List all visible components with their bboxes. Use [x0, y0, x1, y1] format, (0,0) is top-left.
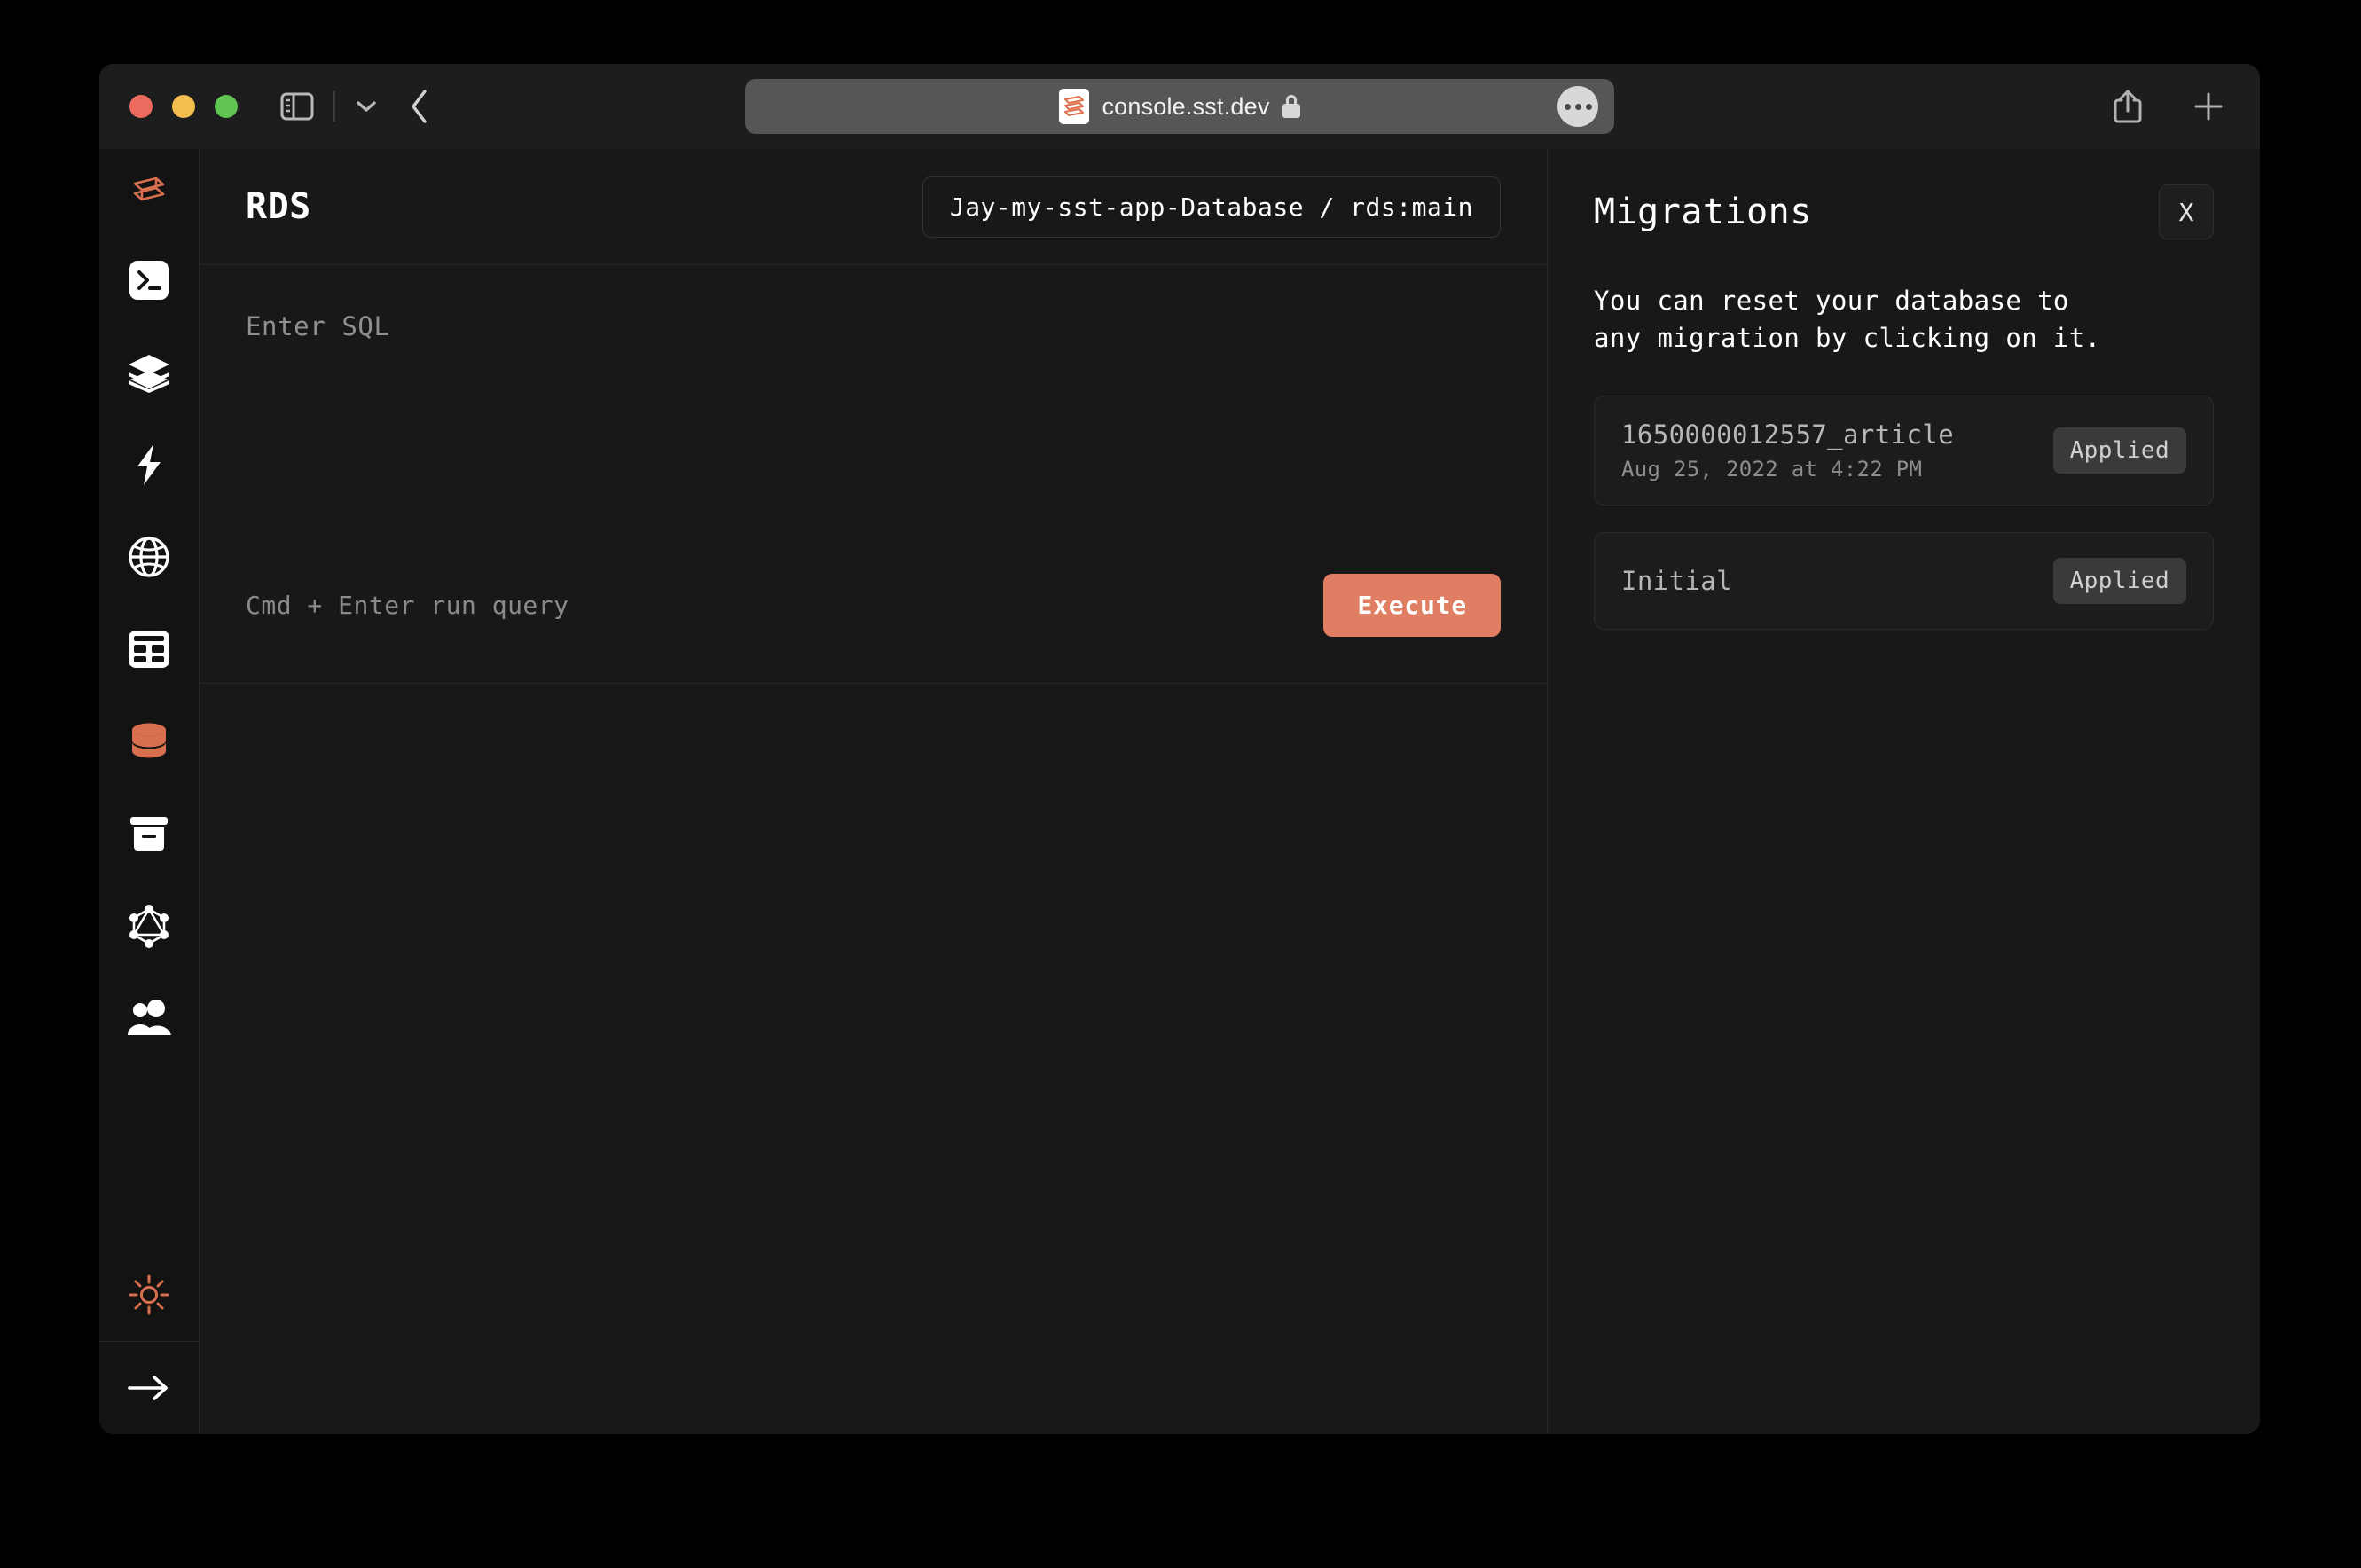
arrow-right-icon [126, 1373, 172, 1403]
terminal-icon [129, 260, 169, 301]
database-selector[interactable]: Jay-my-sst-app-Database / rds:main [922, 176, 1501, 238]
toolbar-left-group [280, 91, 378, 122]
migration-texts: 1650000012557_article Aug 25, 2022 at 4:… [1621, 419, 1954, 482]
sidebar-item-cognito[interactable] [99, 972, 199, 1064]
query-results-area [200, 684, 1547, 1434]
sidebar-item-api[interactable] [99, 511, 199, 603]
sidebar-item-local[interactable] [99, 234, 199, 326]
sidebar-item-dynamodb[interactable] [99, 603, 199, 695]
database-icon [128, 720, 170, 763]
migrations-panel: Migrations X You can reset your database… [1548, 149, 2260, 1434]
migrations-description: You can reset your database to any migra… [1594, 282, 2126, 357]
migration-name: Initial [1621, 566, 1732, 596]
page-title: RDS [246, 186, 311, 227]
app-body: RDS Jay-my-sst-app-Database / rds:main E… [99, 149, 2260, 1434]
browser-toolbar: console.sst.dev [99, 64, 2260, 149]
window-controls [129, 95, 238, 118]
lock-icon [1282, 95, 1300, 118]
migration-date: Aug 25, 2022 at 4:22 PM [1621, 457, 1954, 482]
execute-button[interactable]: Execute [1323, 574, 1501, 637]
execute-row: Cmd + Enter run query Execute [200, 558, 1547, 683]
globe-icon [128, 536, 170, 578]
sst-logo-icon [129, 172, 169, 211]
migration-row[interactable]: 1650000012557_article Aug 25, 2022 at 4:… [1594, 396, 2214, 506]
main-header: RDS Jay-my-sst-app-Database / rds:main [200, 149, 1547, 265]
sidebar-item-functions[interactable] [99, 419, 199, 511]
graphql-icon [128, 904, 170, 948]
sidebar-rail [99, 149, 200, 1434]
sun-icon [129, 1274, 169, 1315]
status-badge: Applied [2053, 558, 2186, 604]
close-panel-button[interactable]: X [2159, 184, 2214, 239]
migrations-title: Migrations [1594, 184, 1812, 239]
migration-row[interactable]: Initial Applied [1594, 532, 2214, 630]
lightning-icon [133, 443, 165, 487]
sst-logo-icon [1059, 89, 1089, 124]
toolbar-divider [333, 91, 335, 122]
migrations-header: Migrations X [1594, 184, 2214, 239]
migration-texts: Initial [1621, 566, 1732, 596]
chevron-down-icon[interactable] [355, 98, 378, 114]
sidebar-top-group [99, 149, 199, 1064]
main-panel: RDS Jay-my-sst-app-Database / rds:main E… [200, 149, 1548, 1434]
theme-toggle-button[interactable] [99, 1249, 199, 1341]
sidebar-item-stacks[interactable] [99, 326, 199, 419]
ellipsis-icon[interactable] [1557, 86, 1598, 127]
run-query-hint: Cmd + Enter run query [246, 591, 569, 620]
zoom-window-button[interactable] [215, 95, 238, 118]
plus-icon[interactable] [2192, 90, 2224, 122]
address-bar[interactable]: console.sst.dev [745, 79, 1614, 134]
status-badge: Applied [2053, 427, 2186, 474]
exit-button[interactable] [99, 1341, 199, 1434]
url-text: console.sst.dev [1102, 93, 1269, 121]
sidebar-logo[interactable] [99, 149, 199, 234]
sidebar-icon[interactable] [280, 92, 314, 121]
sidebar-bottom-group [99, 1249, 199, 1434]
sidebar-item-rds[interactable] [99, 695, 199, 788]
bucket-icon [128, 813, 170, 854]
close-window-button[interactable] [129, 95, 153, 118]
share-icon[interactable] [2113, 88, 2143, 125]
toolbar-right-group [2113, 88, 2224, 125]
users-icon [126, 1000, 172, 1037]
sidebar-item-buckets[interactable] [99, 788, 199, 880]
layers-icon [127, 352, 171, 393]
sql-input[interactable]: Enter SQL [200, 265, 1547, 558]
minimize-window-button[interactable] [172, 95, 195, 118]
sidebar-item-graphql[interactable] [99, 880, 199, 972]
browser-window: console.sst.dev [99, 64, 2260, 1434]
table-icon [128, 630, 170, 669]
sql-placeholder: Enter SQL [246, 311, 1501, 341]
migration-name: 1650000012557_article [1621, 419, 1954, 450]
back-button[interactable] [408, 88, 431, 125]
sql-editor-zone: Enter SQL Cmd + Enter run query Execute [200, 265, 1547, 684]
